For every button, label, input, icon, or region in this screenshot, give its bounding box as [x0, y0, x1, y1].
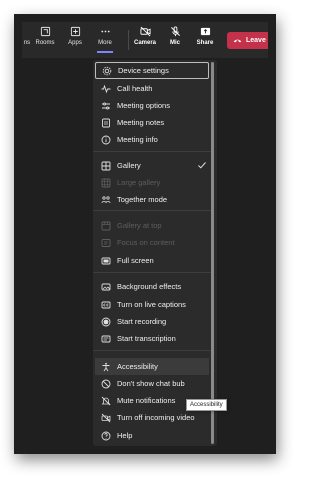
menu-item-accessibility[interactable]: Accessibility: [95, 358, 209, 375]
menu-item-label: Turn on live captions: [117, 300, 186, 309]
menu-item-label: Full screen: [117, 256, 154, 265]
menu-item-gallery-at-top: Gallery at top: [95, 217, 209, 234]
menu-item-help[interactable]: Help: [95, 427, 209, 444]
share-label: Share: [196, 40, 214, 46]
menu-item-start-transcription[interactable]: Start transcription: [95, 330, 209, 347]
menu-item-meeting-info[interactable]: Meeting info: [95, 131, 209, 148]
camera-button[interactable]: Camera: [128, 26, 162, 54]
focus-icon: [101, 238, 111, 248]
pulse-icon: [101, 84, 111, 94]
menu-divider: [93, 272, 211, 273]
apps-icon: [70, 26, 80, 37]
large-grid-icon: [101, 178, 111, 188]
menu-item-label: Meeting options: [117, 101, 170, 110]
ellipsis-icon: [100, 30, 110, 33]
menu-item-start-recording[interactable]: Start recording: [95, 313, 209, 330]
camera-label: Camera: [133, 40, 156, 46]
menu-item-label: Don't show chat bub: [117, 379, 185, 388]
rooms-label: Rooms: [35, 40, 55, 46]
menu-item-label: Meeting info: [117, 135, 158, 144]
menu-item-label: Device settings: [118, 66, 169, 75]
menu-item-label: Help: [117, 431, 133, 440]
leave-button[interactable]: Leave: [227, 32, 268, 49]
partial-icon: [22, 26, 23, 37]
meeting-toolbar: ns Rooms Apps More Camera Mic Share Leav…: [22, 22, 268, 58]
menu-item-label: Background effects: [117, 282, 182, 291]
gear-icon: [102, 66, 112, 76]
menu-item-together-mode[interactable]: Together mode: [95, 191, 209, 208]
menu-item-device-settings[interactable]: Device settings: [95, 62, 209, 79]
menu-item-gallery[interactable]: Gallery: [95, 157, 209, 174]
camera-off-icon: [139, 26, 151, 37]
transcription-icon: [101, 334, 111, 344]
menu-item-label: Meeting notes: [117, 118, 165, 127]
tooltip-text: Accessibility: [190, 402, 223, 408]
checkmark-icon: [197, 160, 207, 170]
mic-label: Mic: [169, 40, 180, 46]
menu-item-large-gallery: Large gallery: [95, 174, 209, 191]
bell-off-icon: [101, 396, 111, 406]
menu-divider: [93, 210, 211, 211]
menu-item-label: Mute notifications: [117, 396, 176, 405]
menu-item-label: Gallery: [117, 161, 141, 170]
menu-item-don-t-show-chat-bub[interactable]: Don't show chat bub: [95, 375, 209, 392]
help-icon: [101, 431, 111, 441]
leave-label: Leave: [246, 37, 266, 44]
menu-scrollbar[interactable]: [211, 62, 214, 444]
mic-off-icon: [170, 26, 180, 37]
info-icon: [101, 135, 111, 145]
accessibility-tooltip: Accessibility: [186, 399, 227, 411]
background-icon: [101, 282, 111, 292]
menu-item-label: Together mode: [117, 195, 168, 204]
menu-item-turn-off-incoming-video[interactable]: Turn off incoming video: [95, 409, 209, 426]
gallery-top-icon: [101, 221, 111, 231]
menu-item-label: Call health: [117, 84, 153, 93]
apps-button[interactable]: Apps: [58, 26, 92, 54]
menu-item-label: Start transcription: [117, 334, 176, 343]
apps-label: Apps: [68, 40, 82, 46]
menu-item-turn-on-live-captions[interactable]: Turn on live captions: [95, 296, 209, 313]
mic-button[interactable]: Mic: [158, 26, 192, 54]
menu-item-meeting-notes[interactable]: Meeting notes: [95, 114, 209, 131]
menu-item-label: Turn off incoming video: [117, 413, 195, 422]
menu-item-label: Accessibility: [117, 362, 158, 371]
menu-divider: [93, 151, 211, 152]
teams-meeting-window: ns Rooms Apps More Camera Mic Share Leav…: [22, 22, 268, 446]
menu-item-label: Gallery at top: [117, 221, 162, 230]
more-actions-menu: Device settings Call health Meeting option…: [93, 60, 217, 446]
phone-hangup-icon: [233, 39, 242, 43]
cc-icon: [101, 300, 111, 310]
menu-item-label: Focus on content: [117, 238, 175, 247]
sliders-icon: [101, 101, 111, 111]
menu-item-focus-on-content: Focus on content: [95, 234, 209, 251]
share-tray-icon: [200, 27, 210, 36]
menu-divider: [93, 350, 211, 351]
menu-item-call-health[interactable]: Call health: [95, 80, 209, 97]
notes-icon: [101, 118, 111, 128]
record-icon: [101, 317, 111, 327]
more-button[interactable]: More: [88, 26, 122, 54]
rooms-icon: [40, 26, 50, 37]
people-icon: [101, 195, 111, 205]
grid-icon: [101, 161, 111, 171]
chat-off-icon: [101, 379, 111, 389]
video-off-icon: [101, 413, 111, 423]
share-button[interactable]: Share: [188, 26, 222, 54]
menu-item-meeting-options[interactable]: Meeting options: [95, 97, 209, 114]
more-label: More: [98, 40, 112, 46]
accessibility-icon: [101, 362, 111, 372]
menu-item-background-effects[interactable]: Background effects: [95, 278, 209, 295]
menu-item-label: Start recording: [117, 317, 167, 326]
more-active-indicator: [97, 51, 113, 53]
fullscreen-icon: [101, 256, 111, 266]
rooms-button[interactable]: Rooms: [28, 26, 62, 54]
menu-item-label: Large gallery: [117, 178, 161, 187]
menu-item-full-screen[interactable]: Full screen: [95, 252, 209, 269]
